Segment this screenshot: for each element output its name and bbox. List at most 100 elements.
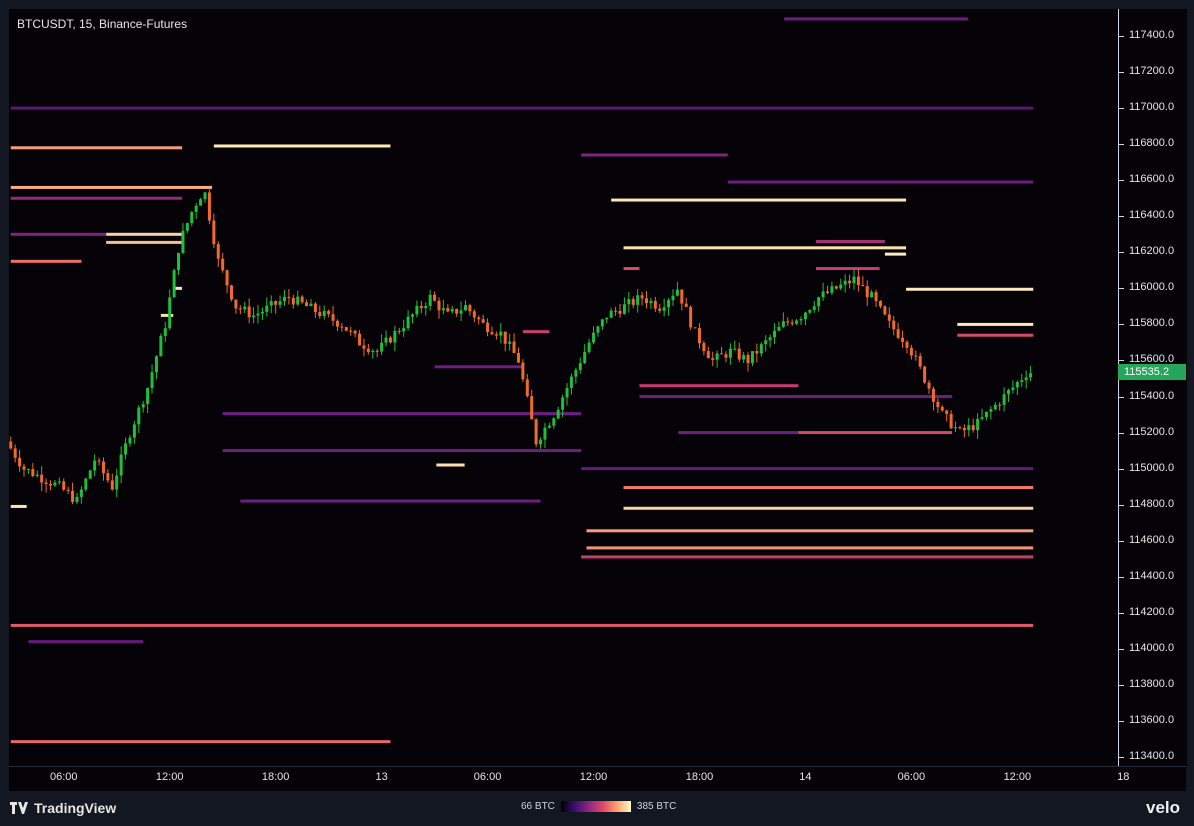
candle-body — [128, 437, 132, 444]
candle-body — [57, 481, 61, 483]
y-tick-label: 116400.0 — [1129, 209, 1175, 222]
y-tick-label: 116000.0 — [1129, 281, 1175, 294]
y-tick-label: 114800.0 — [1129, 497, 1175, 510]
candle-body — [168, 297, 172, 329]
plot-area[interactable] — [9, 9, 1118, 766]
y-tick-label: 115000.0 — [1129, 461, 1175, 474]
liquidity-level — [639, 384, 799, 388]
candle-body — [216, 244, 220, 259]
liquidity-level — [28, 640, 144, 644]
candle-body — [547, 425, 551, 428]
plot-svg[interactable] — [9, 9, 1118, 766]
y-tick-label: 116800.0 — [1129, 137, 1175, 150]
tradingview-logo[interactable]: TradingView — [10, 800, 116, 816]
candle-body — [587, 342, 591, 352]
candle-body — [252, 315, 256, 318]
candle-body — [300, 296, 304, 303]
candle-body — [534, 419, 538, 445]
candle-body — [309, 303, 313, 307]
liquidity-level — [160, 313, 174, 317]
candle-body — [750, 351, 754, 364]
liquidity-level — [611, 198, 907, 202]
candle-body — [755, 351, 759, 354]
candle-body — [35, 474, 39, 476]
candle-body — [874, 292, 878, 302]
candle-body — [954, 427, 958, 429]
candle-body — [848, 280, 852, 284]
time-axis[interactable]: 06:00 12:00 18:00 13 06:00 12:00 18:00 14 06:00 1… — [9, 766, 1186, 791]
y-tick-label: 115800.0 — [1129, 317, 1175, 330]
price-axis[interactable]: 117400.0 117200.0 117000.0 116800.0 116600.0… — [1118, 9, 1187, 766]
x-tick-label: 18:00 — [261, 771, 290, 783]
candle-body — [525, 379, 529, 397]
candle-body — [455, 308, 459, 314]
y-tick-label: 114600.0 — [1129, 533, 1175, 546]
candle-body — [998, 404, 1002, 406]
candle-body — [274, 301, 278, 305]
candle-body — [230, 285, 234, 300]
candle-body — [516, 352, 520, 363]
liquidity-level — [906, 287, 1034, 291]
candle-body — [110, 480, 114, 490]
candle-body — [146, 388, 150, 405]
candle-body — [172, 270, 176, 298]
candle-body — [93, 460, 97, 471]
candle-body — [424, 305, 428, 309]
candle-body — [362, 345, 366, 349]
liquidity-level — [727, 180, 1034, 184]
candle-body — [578, 363, 582, 370]
candle-body — [296, 296, 300, 305]
candle-body — [569, 376, 573, 388]
liquidity-level — [581, 153, 728, 157]
candle-body — [627, 299, 631, 305]
candle-body — [463, 305, 467, 311]
candle-body — [62, 481, 66, 490]
candle-body — [843, 280, 847, 285]
candle-body — [697, 328, 701, 344]
candle-body — [984, 411, 988, 418]
liquidity-level — [586, 529, 1034, 533]
liquidity-level — [10, 185, 213, 189]
candle-body — [1020, 380, 1024, 382]
candle-body — [962, 428, 966, 431]
candle-body — [101, 461, 105, 474]
tradingview-mark-icon — [10, 802, 28, 814]
liquidity-level — [623, 246, 907, 250]
candle-body — [742, 354, 746, 360]
candle-body — [265, 305, 269, 312]
liquidity-level — [10, 740, 391, 744]
liquidity-level — [581, 555, 1034, 559]
candle-body — [940, 407, 944, 411]
liquidity-level — [522, 330, 550, 334]
y-tick-mark — [1119, 396, 1124, 398]
y-tick-mark — [1119, 756, 1124, 758]
candle-body — [795, 320, 799, 324]
candle-body — [644, 298, 648, 304]
y-tick-mark — [1119, 108, 1124, 110]
y-tick-label: 114400.0 — [1129, 569, 1175, 582]
candle-body — [971, 425, 975, 431]
candle-body — [1011, 387, 1015, 390]
y-tick-label: 113400.0 — [1129, 749, 1175, 762]
candle-body — [256, 313, 260, 316]
liquidity-level — [586, 546, 1034, 550]
candle-body — [84, 478, 88, 490]
candle-body — [115, 475, 119, 490]
candle-body — [18, 457, 22, 467]
candle-body — [640, 295, 644, 299]
candle-body — [468, 305, 472, 312]
liquidity-level — [816, 267, 880, 271]
candle-body — [322, 310, 326, 317]
candle-body — [44, 482, 48, 484]
candle-body — [706, 351, 710, 359]
candle-body — [896, 329, 900, 338]
candle-body — [737, 348, 741, 360]
candle-body — [393, 331, 397, 343]
candle-body — [887, 314, 891, 321]
candle-body — [13, 448, 17, 458]
candle-body — [923, 366, 927, 383]
y-tick-label: 113600.0 — [1129, 713, 1175, 726]
candle-body — [406, 316, 410, 329]
liquidity-level — [10, 623, 1034, 627]
candle-body — [79, 489, 83, 497]
